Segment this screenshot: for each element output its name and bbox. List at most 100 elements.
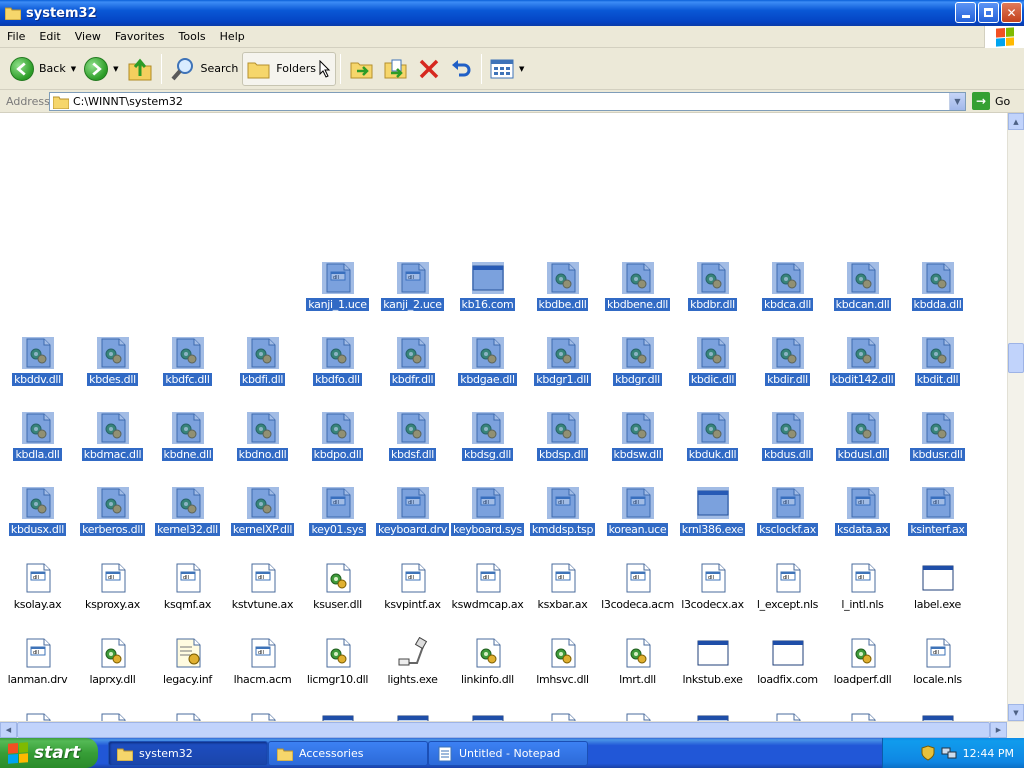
file-item[interactable]: kbdfo.dll xyxy=(300,335,375,403)
file-item[interactable]: kbdne.dll xyxy=(150,410,225,478)
file-item[interactable]: lmrt.dll xyxy=(600,635,675,703)
file-item[interactable]: kbdit142.dll xyxy=(825,335,900,403)
file-item[interactable]: kbdbene.dll xyxy=(600,260,675,328)
file-item[interactable] xyxy=(675,710,750,721)
task-notepad[interactable]: Untitled - Notepad xyxy=(428,741,588,766)
file-item[interactable]: kbdgr.dll xyxy=(600,335,675,403)
up-folder-button[interactable] xyxy=(123,52,157,86)
address-input[interactable]: C:\WINNT\system32 ▼ xyxy=(49,92,966,111)
chevron-down-icon[interactable]: ▼ xyxy=(113,65,118,73)
file-item[interactable]: dll kanji_1.uce xyxy=(300,260,375,328)
copy-to-button[interactable] xyxy=(379,52,413,86)
file-item[interactable]: dll key01.sys xyxy=(300,485,375,553)
move-to-button[interactable] xyxy=(345,52,379,86)
forward-button[interactable]: ▼ xyxy=(80,52,122,86)
menu-view[interactable]: View xyxy=(68,30,108,43)
file-item[interactable]: dll xyxy=(600,710,675,721)
file-item[interactable] xyxy=(825,710,900,721)
file-item[interactable]: kb16.com xyxy=(450,260,525,328)
file-item[interactable]: dll ksproxy.ax xyxy=(75,560,150,628)
horizontal-scroll-thumb[interactable] xyxy=(17,722,990,738)
delete-button[interactable] xyxy=(413,52,445,86)
file-item[interactable]: kbdic.dll xyxy=(675,335,750,403)
clock[interactable]: 12:44 PM xyxy=(963,747,1014,760)
start-button[interactable]: start xyxy=(0,738,98,768)
menu-help[interactable]: Help xyxy=(213,30,252,43)
file-item[interactable]: kbdsf.dll xyxy=(375,410,450,478)
file-item[interactable]: loadperf.dll xyxy=(825,635,900,703)
file-item[interactable]: dll kswdmcap.ax xyxy=(450,560,525,628)
back-button[interactable]: Back ▼ xyxy=(6,52,80,86)
file-item[interactable]: dll kmddsp.tsp xyxy=(525,485,600,553)
file-item[interactable] xyxy=(300,710,375,721)
file-item[interactable]: kbdus.dll xyxy=(750,410,825,478)
file-item[interactable]: kerberos.dll xyxy=(75,485,150,553)
file-item[interactable]: kbdir.dll xyxy=(750,335,825,403)
file-item[interactable] xyxy=(450,710,525,721)
file-item[interactable]: kbdbe.dll xyxy=(525,260,600,328)
file-item[interactable] xyxy=(900,710,975,721)
file-item[interactable]: lnkstub.exe xyxy=(675,635,750,703)
search-button[interactable]: Search xyxy=(166,52,243,86)
file-item[interactable]: dll kstvtune.ax xyxy=(225,560,300,628)
file-item[interactable]: legacy.inf xyxy=(150,635,225,703)
file-item[interactable]: kbdno.dll xyxy=(225,410,300,478)
go-button[interactable]: → Go xyxy=(972,92,1010,110)
menu-tools[interactable]: Tools xyxy=(172,30,213,43)
scroll-up-button[interactable]: ▲ xyxy=(1008,113,1024,130)
vertical-scroll-thumb[interactable] xyxy=(1008,343,1024,373)
file-item[interactable]: kbdsp.dll xyxy=(525,410,600,478)
file-item[interactable]: kbdca.dll xyxy=(750,260,825,328)
file-item[interactable]: kbddv.dll xyxy=(0,335,75,403)
file-item[interactable]: kbdda.dll xyxy=(900,260,975,328)
address-dropdown-button[interactable]: ▼ xyxy=(949,93,965,110)
file-item[interactable]: kbdfi.dll xyxy=(225,335,300,403)
task-system32[interactable]: system32 xyxy=(108,741,268,766)
file-list-view[interactable]: dll kanji_1.uce dll kanji_2.uce kb16.com kbdb… xyxy=(0,113,1007,721)
file-item[interactable]: kbdfr.dll xyxy=(375,335,450,403)
network-icon[interactable] xyxy=(941,745,957,761)
file-item[interactable]: dll l_intl.nls xyxy=(825,560,900,628)
close-button[interactable]: ✕ xyxy=(1001,2,1022,23)
vertical-scrollbar[interactable]: ▲ ▼ xyxy=(1007,113,1024,721)
file-item[interactable]: dll ksvpintf.ax xyxy=(375,560,450,628)
file-item[interactable] xyxy=(375,710,450,721)
file-item[interactable]: kbdsw.dll xyxy=(600,410,675,478)
file-item[interactable]: dll ksclockf.ax xyxy=(750,485,825,553)
file-item[interactable]: kbdgr1.dll xyxy=(525,335,600,403)
file-item[interactable]: dll keyboard.drv xyxy=(375,485,450,553)
menu-edit[interactable]: Edit xyxy=(32,30,67,43)
file-item[interactable]: dll ksxbar.ax xyxy=(525,560,600,628)
file-item[interactable]: kbdes.dll xyxy=(75,335,150,403)
task-accessories[interactable]: Accessories xyxy=(268,741,428,766)
file-item[interactable]: lights.exe xyxy=(375,635,450,703)
file-item[interactable]: dll ksqmf.ax xyxy=(150,560,225,628)
restore-button[interactable] xyxy=(978,2,999,23)
file-item[interactable]: dll ksinterf.ax xyxy=(900,485,975,553)
scroll-right-button[interactable]: ▶ xyxy=(990,722,1007,738)
file-item[interactable]: kbdit.dll xyxy=(900,335,975,403)
file-item[interactable]: label.exe xyxy=(900,560,975,628)
file-item[interactable]: loadfix.com xyxy=(750,635,825,703)
file-item[interactable]: dll xyxy=(750,710,825,721)
title-bar[interactable]: system32 ✕ xyxy=(0,0,1024,26)
file-item[interactable]: kbdsg.dll xyxy=(450,410,525,478)
file-item[interactable]: lmhsvc.dll xyxy=(525,635,600,703)
file-item[interactable]: kernel32.dll xyxy=(150,485,225,553)
file-item[interactable]: dll locale.nls xyxy=(900,635,975,703)
scroll-left-button[interactable]: ◀ xyxy=(0,722,17,738)
file-item[interactable]: kbdbr.dll xyxy=(675,260,750,328)
file-item[interactable]: dll kanji_2.uce xyxy=(375,260,450,328)
file-item[interactable]: kbdusx.dll xyxy=(0,485,75,553)
file-item[interactable]: dll xyxy=(0,710,75,721)
file-item[interactable]: dll ksolay.ax xyxy=(0,560,75,628)
file-item[interactable]: dll l3codeca.acm xyxy=(600,560,675,628)
undo-button[interactable] xyxy=(445,52,477,86)
file-item[interactable]: dll korean.uce xyxy=(600,485,675,553)
shield-icon[interactable] xyxy=(921,745,935,761)
file-item[interactable] xyxy=(75,710,150,721)
minimize-button[interactable] xyxy=(955,2,976,23)
horizontal-scrollbar[interactable]: ◀ ▶ xyxy=(0,721,1024,738)
file-item[interactable]: laprxy.dll xyxy=(75,635,150,703)
file-item[interactable]: dll xyxy=(525,710,600,721)
